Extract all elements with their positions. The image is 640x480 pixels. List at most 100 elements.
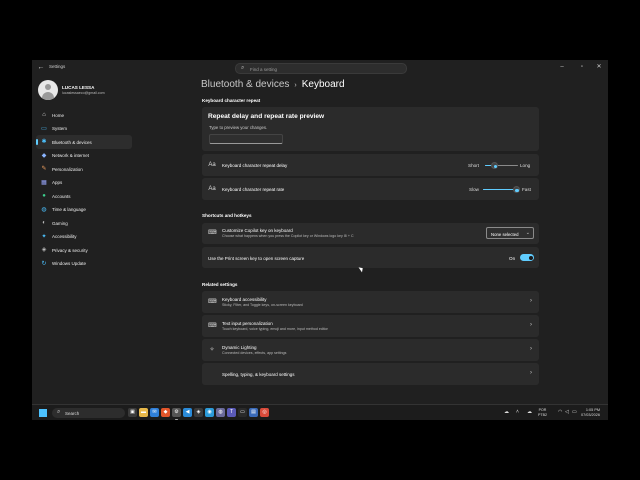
battery-icon[interactable]: ▭ [572, 409, 577, 415]
sidebar-item-accessibility[interactable]: ✦ Accessibility [36, 230, 132, 244]
related-setting-desc: Touch keyboard, voice typing, emoji and … [222, 327, 328, 331]
terminal-icon[interactable]: ▭ [238, 408, 247, 417]
sidebar-item-accounts[interactable]: ● Accounts [36, 189, 132, 203]
lang-top: POR [538, 407, 547, 412]
sidebar-item-time-language[interactable]: ◍ Time & language [36, 203, 132, 217]
section-title-shortcuts: Shortcuts and hotkeys [202, 213, 252, 218]
copilot-key-dropdown[interactable]: None selected ⌄ [486, 227, 534, 239]
related-setting-title: Spelling, typing, & keyboard settings [222, 372, 295, 377]
keyboard-rate-icon: Aa [208, 186, 216, 192]
sidebar-item-label: Home [52, 112, 65, 118]
edge-icon[interactable]: ◉ [205, 408, 214, 417]
repeat-rate-min-label: Slow [469, 187, 479, 192]
settings-window: ← Settings ⌕ Find a setting – ▫ ✕ LUCAS … [32, 60, 608, 420]
repeat-delay-slider[interactable] [485, 162, 518, 170]
task-view-icon[interactable]: ▣ [128, 408, 137, 417]
back-arrow-icon[interactable]: ← [36, 63, 46, 73]
language-indicator[interactable]: POR PTB2 [538, 408, 547, 418]
home-icon: ⌂ [42, 112, 46, 118]
taskbar: ⌕ Search ▣ ▬ ✉ ◆ ⚙ ◀ ◈ ◉ ◍ T ▭ ▤ ◎ ☁ ˄ ☁ POR PTB2 ◠ … [32, 404, 608, 420]
chevron-right-icon: › [530, 370, 532, 376]
teams-icon[interactable]: T [227, 408, 236, 417]
search-input[interactable]: ⌕ Find a setting [235, 63, 407, 74]
sidebar-item-label: Privacy & security [52, 247, 88, 253]
sidebar-item-personalization[interactable]: ✎ Personalization [36, 162, 132, 176]
keyboard-delay-icon: Aa [208, 162, 216, 168]
chrome-icon[interactable]: ◎ [260, 408, 269, 417]
taskbar-search[interactable]: ⌕ Search [52, 408, 125, 418]
chevron-right-icon: › [530, 346, 532, 352]
file-explorer-icon[interactable]: ▬ [139, 408, 148, 417]
accessibility-icon: ✦ [41, 233, 47, 240]
related-setting-lighting[interactable]: ✧ Dynamic Lighting Connected devices, effe… [202, 339, 539, 361]
windows-start-icon[interactable] [39, 409, 47, 417]
globe-clock-icon: ◍ [41, 206, 47, 213]
app-title: Settings [49, 64, 66, 69]
repeat-preview-card: Repeat delay and repeat rate preview Typ… [202, 107, 539, 151]
maximize-icon[interactable]: ▫ [574, 62, 590, 72]
repeat-rate-max-label: Fast [522, 187, 531, 192]
update-icon: ↻ [41, 260, 47, 267]
sidebar-item-privacy-security[interactable]: ◈ Privacy & security [36, 243, 132, 257]
search-icon: ⌕ [57, 408, 61, 415]
avatar[interactable] [38, 80, 58, 100]
breadcrumb: Bluetooth & devices › Keyboard [201, 79, 345, 90]
chevron-right-icon: › [530, 298, 532, 304]
repeat-delay-min-label: Short [468, 163, 479, 168]
sidebar-item-apps[interactable]: ▦ Apps [36, 176, 132, 190]
globe-app-icon[interactable]: ◍ [216, 408, 225, 417]
volume-icon[interactable]: ◁ [565, 409, 569, 415]
lang-bottom: PTB2 [538, 412, 547, 417]
sidebar-item-system[interactable]: ▭ System [36, 122, 132, 136]
text-input-icon: ⌨ [208, 323, 217, 329]
repeat-rate-slider[interactable] [483, 186, 520, 194]
sidebar-item-windows-update[interactable]: ↻ Windows Update [36, 257, 132, 271]
chevron-up-icon[interactable]: ˄ [516, 409, 519, 415]
related-setting-spelling[interactable]: Spelling, typing, & keyboard settings › [202, 363, 539, 385]
print-screen-toggle[interactable] [520, 254, 534, 261]
git-icon[interactable]: ◈ [194, 408, 203, 417]
system-icon: ▭ [41, 125, 47, 132]
related-setting-title: Dynamic Lighting [222, 345, 257, 350]
sidebar-item-gaming[interactable]: ◐ Gaming [36, 216, 132, 230]
cloud-icon[interactable]: ☁ [504, 409, 509, 415]
preview-title: Repeat delay and repeat rate preview [208, 113, 325, 120]
preview-subtitle: Type to preview your changes. [209, 125, 268, 130]
wifi-icon[interactable]: ◠ [558, 409, 562, 415]
sidebar-item-label: Bluetooth & devices [52, 139, 92, 145]
taskbar-search-label: Search [65, 410, 80, 416]
notepad-icon[interactable]: ▤ [249, 408, 258, 417]
print-screen-state: On [509, 255, 516, 261]
sidebar-item-label: Windows Update [52, 261, 87, 266]
related-setting-keyboard-access[interactable]: ⌨ Keyboard accessibility Sticky, Filter, a… [202, 291, 539, 313]
sidebar-item-label: System [52, 126, 68, 131]
sidebar-item-network-internet[interactable]: ◆ Network & internet [36, 149, 132, 163]
related-setting-desc: Sticky, Filter, and Toggle keys, on-scre… [222, 303, 303, 307]
user-email: lucaslessaeco@gmail.com [62, 91, 105, 95]
sidebar-item-bluetooth-devices[interactable]: ✱ Bluetooth & devices [36, 135, 132, 149]
repeat-delay-max-label: Long [520, 163, 531, 168]
bluetooth-icon: ✱ [41, 139, 47, 145]
breadcrumb-parent[interactable]: Bluetooth & devices [201, 79, 289, 90]
repeat-rate-slider-thumb[interactable] [512, 186, 520, 194]
sidebar-nav: ⌂ Home ▭ System ✱ Bluetooth & devices ◆ Network… [36, 108, 132, 270]
mail-icon[interactable]: ✉ [150, 408, 159, 417]
sidebar-item-label: Apps [52, 180, 63, 185]
onedrive-icon[interactable]: ☁ [527, 409, 532, 415]
search-icon: ⌕ [241, 65, 245, 71]
minimize-icon[interactable]: – [554, 62, 570, 72]
sidebar-item-home[interactable]: ⌂ Home [36, 108, 132, 122]
repeat-delay-slider-thumb[interactable] [491, 162, 499, 170]
settings-icon[interactable]: ⚙ [172, 408, 181, 420]
related-setting-text-input[interactable]: ⌨ Text input personalization Touch keyboar… [202, 315, 539, 337]
preview-text-input[interactable] [209, 134, 283, 144]
clock[interactable]: 1:05 PM 07/03/2026 [581, 408, 600, 418]
sidebar-item-label: Time & language [52, 207, 86, 212]
lighting-icon: ✧ [209, 347, 215, 353]
copilot-key-dropdown-value: None selected [491, 231, 519, 237]
network-icon: ◆ [41, 152, 47, 159]
brave-browser-icon[interactable]: ◆ [161, 408, 170, 417]
close-icon[interactable]: ✕ [591, 62, 607, 72]
vscode-icon[interactable]: ◀ [183, 408, 192, 417]
brush-icon: ✎ [41, 166, 47, 172]
